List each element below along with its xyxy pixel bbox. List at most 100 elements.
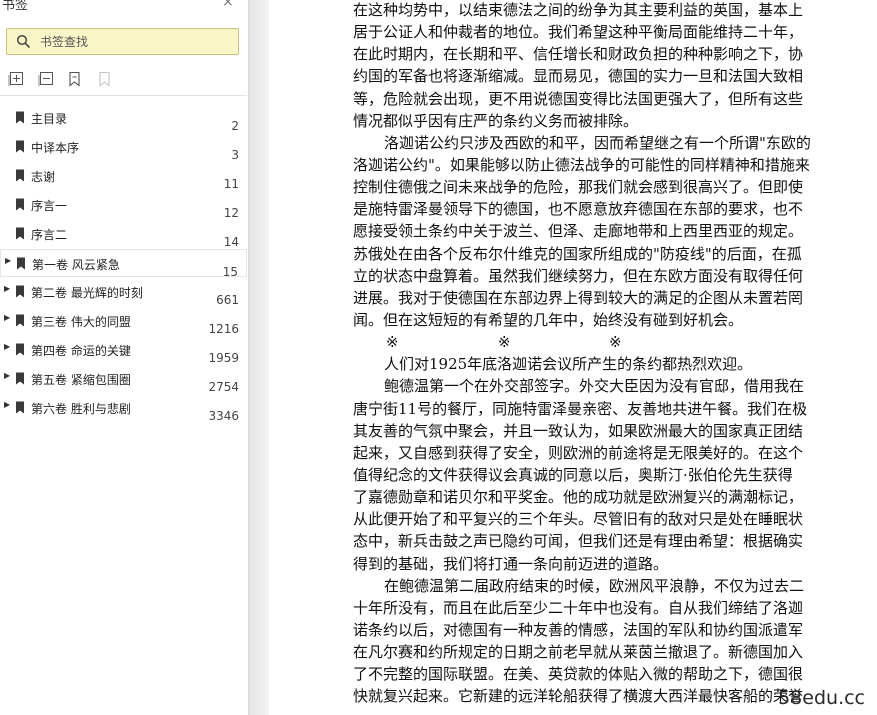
text-line: 值得纪念的文件获得议会真诚的同意以后，奥斯汀·张伯伦先生获得 [353, 465, 793, 484]
bookmark-icon [16, 227, 24, 240]
separator-star: ※ [386, 333, 399, 352]
text-line: 洛迦诺公约"。如果能够以防止德法战争的可能性的同样精神和措施来 [353, 155, 810, 174]
bookmark-icon [16, 140, 24, 153]
text-line: 从此便开始了和平复兴的三个年头。尽管旧有的敌对只是处在睡眠状 [353, 510, 804, 529]
text-line: 愿接受领土条约中关于波兰、但泽、走廊地带和上西里西亚的规定。 [353, 222, 804, 241]
bookmark-icon [16, 372, 24, 385]
text-line: 苏俄处在由各个反布尔什维克的国家所组成的"防疫线"的后面，在孤 [353, 244, 802, 263]
bookmark-icon [16, 285, 24, 298]
bookmark-page-number: 1216 [208, 322, 239, 336]
text-line: 进展。我对于使德国在东部边界上得到较大的满足的企图从未置若罔 [353, 288, 804, 307]
expand-arrow-icon[interactable]: ▶ [4, 284, 10, 293]
bookmark-item-volume-4[interactable]: ▶ 第四卷 命运的关键 1959 [0, 336, 247, 365]
bookmark-page-number: 14 [223, 235, 239, 249]
bookmark-label: 主目录 [31, 112, 68, 126]
bookmark-item-volume-5[interactable]: ▶ 第五卷 紧缩包围圈 2754 [0, 365, 247, 394]
text-line: 居于公证人和仲裁者的地位。我们希望这种平衡局面能维持二十年， [353, 23, 804, 42]
bookmark-page-number: 15 [222, 265, 238, 279]
delete-bookmark-button[interactable] [96, 70, 114, 88]
toolbar-divider [0, 95, 247, 96]
add-bookmark-icon [69, 71, 80, 87]
text-line: 唐宁街11号的餐厅，同施特雷泽曼亲密、友善地共进午餐。我们在极 [353, 399, 808, 418]
close-icon[interactable]: × [222, 0, 234, 10]
text-line: 十年所没有，而且在此后至少二十年中也没有。自从我们缔结了洛迦 [353, 598, 804, 617]
text-line: 其友善的气氛中聚会，并且一致认为，如果欧洲最大的国家真正团结 [353, 421, 804, 440]
bookmark-item-volume-3[interactable]: ▶ 第三卷 伟大的同盟 1216 [0, 307, 247, 336]
text-line: 情况都似乎因有庄严的条约义务而被排除。 [353, 111, 639, 130]
text-line: 得到的基础，我们将打通一条向前迈进的道路。 [353, 554, 669, 573]
text-line: 闻。但在这短短的有希望的几年中，始终没有碰到好机会。 [353, 310, 744, 329]
bookmark-page-number: 1959 [208, 351, 239, 365]
bookmark-label: 序言二 [31, 228, 68, 242]
bookmark-label: 第五卷 紧缩包围圈 [31, 373, 131, 387]
bookmark-item-acknowledgements[interactable]: 志谢 11 [0, 162, 247, 191]
bookmark-label: 第四卷 命运的关键 [31, 344, 131, 358]
text-line: 在此时期内，在长期和平、信任增长和财政负担的种种影响之下，协 [353, 45, 804, 64]
section-separator: ※ ※ ※ [353, 331, 843, 353]
bookmark-item-preface-2[interactable]: 序言二 14 [0, 220, 247, 249]
separator-star: ※ [609, 333, 622, 352]
bookmark-item-preface-1[interactable]: 序言一 12 [0, 191, 247, 220]
bookmark-item-volume-2[interactable]: ▶ 第二卷 最光辉的时刻 661 [0, 278, 247, 307]
bookmark-page-number: 2754 [208, 380, 239, 394]
text-line: 在这种均势中，以结束德法之间的纷争为其主要利益的英国，基本上 [353, 1, 804, 19]
text-line: 态中，新兵击鼓之声已隐约可闻，但我们还是有理由希望：根据确实 [353, 532, 804, 551]
text-line: 了不完整的国际联盟。在美、英贷款的体贴入微的帮助之下，德国很 [353, 665, 804, 684]
bookmark-icon [16, 314, 24, 327]
bookmark-page-number: 3 [231, 148, 239, 162]
text-line: 控制住德俄之间未来战争的危险，那我们就会感到很高兴了。但即使 [353, 178, 804, 197]
document-page: 在这种均势中，以结束德法之间的纷争为其主要利益的英国，基本上 居于公证人和仲裁者的… [269, 0, 877, 715]
sidebar-header: 书签 × [0, 0, 248, 18]
bookmark-icon [16, 111, 24, 124]
watermark-text: 58edu.cc [778, 687, 865, 709]
bookmark-item-volume-6[interactable]: ▶ 第六卷 胜利与悲剧 3346 [0, 394, 247, 423]
text-line: 起来，又自感到获得了安全，则欧洲的前途将是无限美好的。在这个 [353, 443, 804, 462]
text-line: 诺条约以后，对德国有一种友善的情感，法国的军队和协约国派遣军 [353, 620, 804, 639]
expand-arrow-icon[interactable]: ▶ [5, 256, 11, 265]
document-text: 在这种均势中，以结束德法之间的纷争为其主要利益的英国，基本上 居于公证人和仲裁者的… [353, 0, 843, 708]
bookmark-item-volume-1[interactable]: ▶ 第一卷 风云紧急 15 [0, 249, 247, 279]
bookmark-search-box[interactable] [6, 28, 239, 55]
bookmark-item-translator-preface[interactable]: 中译本序 3 [0, 133, 247, 162]
text-line: 等，危险就会出现，更不用说德国变得比法国更强大了，但所有这些 [353, 89, 804, 108]
text-line: 是施特雷泽曼领导下的德国，也不愿意放弃德国在东部的要求，也不 [353, 200, 804, 219]
collapse-all-button[interactable] [38, 70, 56, 88]
bookmark-sidebar: 书签 × 书签查找 主目录 2 中译本序 3 志谢 11 序言一 12 序言二 … [0, 0, 249, 715]
text-line: 洛迦诺公约只涉及西欧的和平，因而希望继之有一个所谓"东欧的 [384, 133, 811, 152]
text-line: 在鲍德温第二届政府结束的时候，欧洲风平浪静，不仅为过去二 [384, 576, 805, 595]
text-line: 了嘉德勋章和诺贝尔和平奖金。他的成功就是欧洲复兴的满潮标记， [353, 488, 804, 507]
expand-arrow-icon[interactable]: ▶ [4, 400, 10, 409]
bookmark-label: 第一卷 风云紧急 [32, 258, 120, 272]
bookmark-icon [16, 401, 24, 414]
bookmark-page-number: 3346 [208, 409, 239, 423]
bookmark-icon [16, 198, 24, 211]
expand-all-button[interactable] [8, 70, 26, 88]
search-icon [16, 34, 31, 49]
text-line: 鲍德温第一个在外交部签字。外交大臣因为没有官邸，借用我在 [384, 377, 805, 396]
text-line: 约国的军备也将逐渐缩减。显而易见，德国的实力一旦和法国大致相 [353, 67, 804, 86]
expand-arrow-icon[interactable]: ▶ [4, 342, 10, 351]
bookmark-item-main-toc[interactable]: 主目录 2 [0, 104, 247, 133]
text-line: 立的状态中盘算着。虽然我们继续努力，但在东欧方面没有取得任何 [353, 266, 804, 285]
bookmark-page-number: 2 [231, 119, 239, 133]
collapse-all-icon [38, 72, 53, 86]
expand-arrow-icon[interactable]: ▶ [4, 371, 10, 380]
bookmark-page-number: 12 [223, 206, 239, 220]
bookmark-label: 第三卷 伟大的同盟 [31, 315, 131, 329]
separator-star: ※ [498, 333, 511, 352]
bookmark-label: 序言一 [31, 199, 68, 213]
text-line: 人们对1925年底洛迦诺会议所产生的条约都热烈欢迎。 [384, 355, 753, 374]
bookmark-search-input[interactable] [40, 33, 230, 50]
bookmark-page-number: 661 [216, 293, 239, 307]
bookmark-icon [16, 343, 24, 356]
page-gutter [249, 0, 269, 715]
bookmark-label: 志谢 [31, 170, 56, 184]
expand-arrow-icon[interactable]: ▶ [4, 313, 10, 322]
bookmark-icon [17, 257, 25, 270]
bookmark-label: 第二卷 最光辉的时刻 [31, 286, 143, 300]
add-bookmark-button[interactable] [66, 70, 84, 88]
bookmark-label: 中译本序 [31, 141, 80, 155]
bookmark-label: 第六卷 胜利与悲剧 [31, 402, 131, 416]
expand-all-icon [8, 72, 23, 86]
bookmark-page-number: 11 [223, 177, 239, 191]
